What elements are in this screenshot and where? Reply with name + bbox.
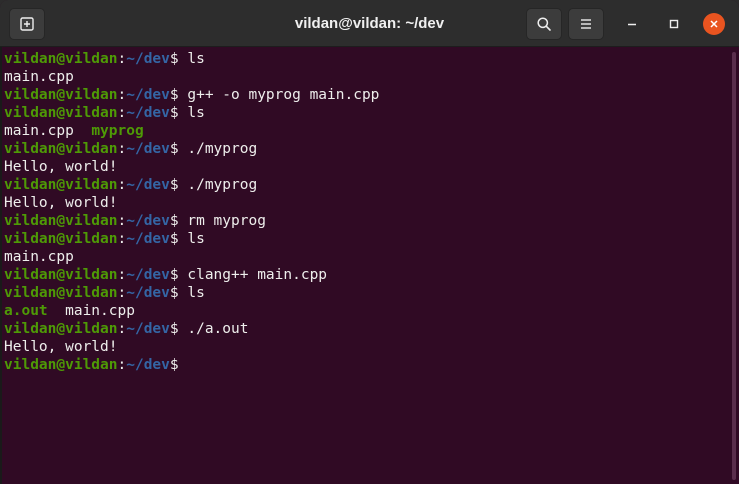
prompt-user: vildan@vildan (4, 231, 118, 247)
prompt-path: ~/dev (126, 285, 170, 301)
prompt-user: vildan@vildan (4, 105, 118, 121)
prompt-colon: : (117, 141, 127, 157)
prompt-user: vildan@vildan (4, 357, 118, 373)
prompt-path: ~/dev (126, 267, 170, 283)
output-line: Hello, world! (4, 159, 118, 175)
title-bar[interactable]: vildan@vildan: ~/dev (0, 0, 739, 47)
command-text: ls (178, 231, 205, 247)
prompt-colon: : (117, 321, 127, 337)
command-text: ./a.out (178, 321, 249, 337)
prompt-colon: : (117, 231, 127, 247)
prompt-path: ~/dev (126, 213, 170, 229)
prompt-user: vildan@vildan (4, 285, 118, 301)
close-icon (710, 20, 718, 28)
prompt-path: ~/dev (126, 87, 170, 103)
window-edge (0, 47, 2, 484)
prompt-line: vildan@vildan:~/dev$ ./a.out (4, 320, 724, 338)
prompt-colon: : (117, 285, 127, 301)
close-button[interactable] (703, 13, 725, 35)
prompt-user: vildan@vildan (4, 51, 118, 67)
command-text: rm myprog (178, 213, 266, 229)
prompt-colon: : (117, 177, 127, 193)
prompt-line: vildan@vildan:~/dev$ ls (4, 230, 724, 248)
search-button[interactable] (526, 8, 562, 40)
maximize-button[interactable] (663, 13, 685, 35)
minimize-icon (628, 23, 636, 26)
prompt-symbol: $ (169, 231, 179, 247)
search-icon (537, 17, 551, 31)
prompt-symbol: $ (169, 87, 179, 103)
prompt-user: vildan@vildan (4, 321, 118, 337)
output-line: Hello, world! (4, 339, 118, 355)
command-text: ./myprog (178, 141, 258, 157)
prompt-line: vildan@vildan:~/dev$ ./myprog (4, 140, 724, 158)
prompt-colon: : (117, 267, 127, 283)
command-text: ls (178, 105, 205, 121)
new-tab-button[interactable] (9, 8, 45, 40)
prompt-path: ~/dev (126, 105, 170, 121)
prompt-path: ~/dev (126, 231, 170, 247)
terminal-output[interactable]: vildan@vildan:~/dev$ ls main.cpp vildan@vi… (4, 50, 724, 480)
new-tab-icon (20, 17, 34, 31)
file-name: main.cpp (47, 303, 135, 319)
executable-file-name: a.out (4, 303, 48, 319)
prompt-user: vildan@vildan (4, 87, 118, 103)
scrollbar[interactable] (732, 52, 736, 480)
command-text: ls (178, 285, 205, 301)
prompt-path: ~/dev (126, 177, 170, 193)
prompt-colon: : (117, 105, 127, 121)
prompt-path: ~/dev (126, 321, 170, 337)
file-name: main.cpp (4, 123, 92, 139)
prompt-line: vildan@vildan:~/dev$ (4, 356, 724, 374)
prompt-line: vildan@vildan:~/dev$ ls (4, 284, 724, 302)
prompt-colon: : (117, 357, 127, 373)
prompt-line: vildan@vildan:~/dev$ ls (4, 50, 724, 68)
menu-button[interactable] (568, 8, 604, 40)
output-line: a.out main.cpp (4, 302, 724, 320)
output-line: main.cpp (4, 249, 74, 265)
command-text: ./myprog (178, 177, 258, 193)
output-line: main.cpp (4, 69, 74, 85)
hamburger-menu-icon (581, 19, 591, 29)
command-text: g++ -o myprog main.cpp (178, 87, 380, 103)
output-line: Hello, world! (4, 195, 118, 211)
executable-file-name: myprog (91, 123, 144, 139)
prompt-user: vildan@vildan (4, 177, 118, 193)
prompt-user: vildan@vildan (4, 141, 118, 157)
prompt-symbol: $ (169, 105, 179, 121)
prompt-symbol: $ (169, 213, 179, 229)
maximize-icon (669, 19, 679, 29)
prompt-path: ~/dev (126, 357, 170, 373)
prompt-symbol: $ (169, 51, 179, 67)
prompt-line: vildan@vildan:~/dev$ ./myprog (4, 176, 724, 194)
prompt-symbol: $ (169, 357, 179, 373)
prompt-colon: : (117, 87, 127, 103)
prompt-line: vildan@vildan:~/dev$ ls (4, 104, 724, 122)
prompt-line: vildan@vildan:~/dev$ clang++ main.cpp (4, 266, 724, 284)
command-text: clang++ main.cpp (178, 267, 328, 283)
prompt-line: vildan@vildan:~/dev$ rm myprog (4, 212, 724, 230)
prompt-user: vildan@vildan (4, 267, 118, 283)
prompt-user: vildan@vildan (4, 213, 118, 229)
prompt-path: ~/dev (126, 141, 170, 157)
prompt-colon: : (117, 51, 127, 67)
terminal-window: vildan@vildan: ~/dev vildan@vildan:~/dev… (0, 0, 739, 484)
prompt-line: vildan@vildan:~/dev$ g++ -o myprog main.… (4, 86, 724, 104)
prompt-symbol: $ (169, 177, 179, 193)
prompt-symbol: $ (169, 267, 179, 283)
output-line: main.cpp myprog (4, 122, 724, 140)
prompt-symbol: $ (169, 141, 179, 157)
command-text: ls (178, 51, 205, 67)
prompt-path: ~/dev (126, 51, 170, 67)
minimize-button[interactable] (621, 13, 643, 35)
prompt-colon: : (117, 213, 127, 229)
prompt-symbol: $ (169, 321, 179, 337)
prompt-symbol: $ (169, 285, 179, 301)
